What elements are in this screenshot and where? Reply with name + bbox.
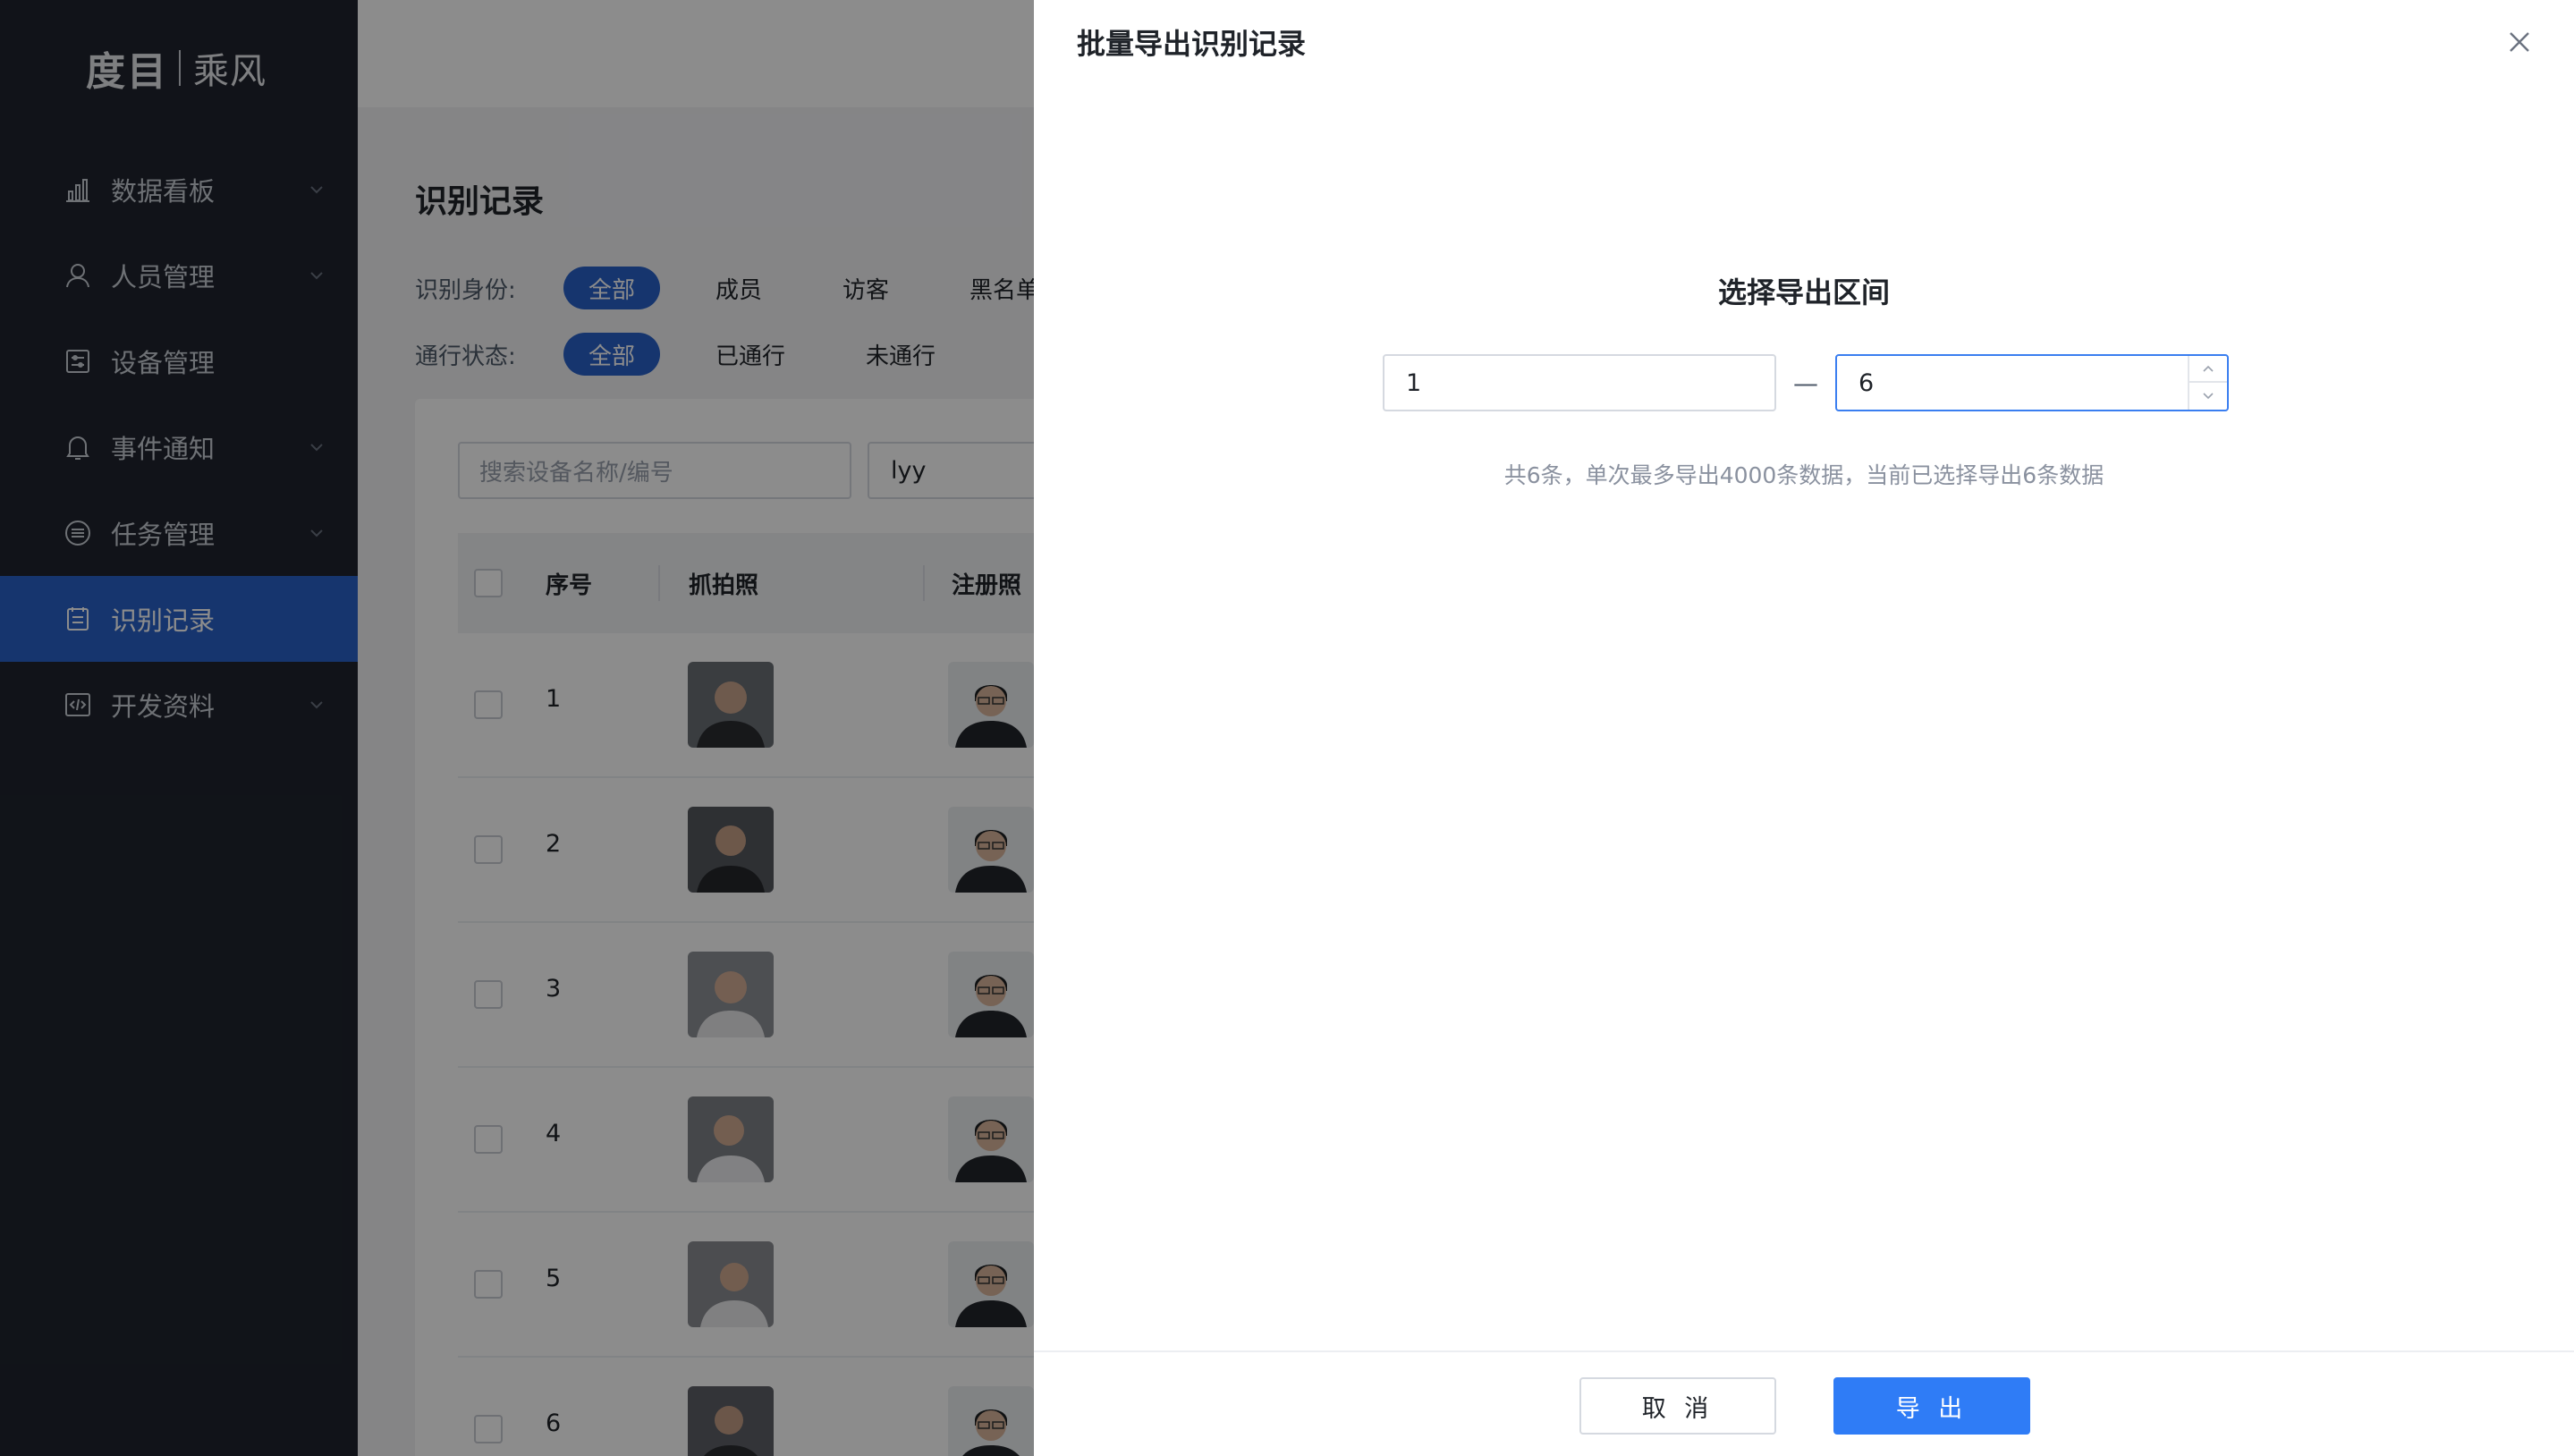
range-section-title: 选择导出区间	[1717, 275, 1890, 309]
export-drawer: 批量导出识别记录 选择导出区间 1 — 6 共6条，单次最多导出4000条数据，…	[1034, 0, 2574, 1456]
range-end-input[interactable]: 6	[1835, 354, 2229, 411]
chevron-up-icon	[2203, 365, 2214, 372]
drawer-footer: 取 消 导 出	[1034, 1350, 2574, 1456]
export-range: 1 — 6	[1383, 354, 2229, 411]
number-stepper[interactable]	[2188, 356, 2227, 410]
increment-button[interactable]	[2189, 356, 2227, 383]
close-icon[interactable]	[2504, 27, 2535, 57]
range-end-value: 6	[1859, 368, 1875, 397]
range-start-value: 1	[1406, 368, 1422, 397]
range-separator: —	[1793, 368, 1818, 398]
range-start-input[interactable]: 1	[1383, 354, 1776, 411]
chevron-down-icon	[2203, 393, 2214, 400]
export-hint: 共6条，单次最多导出4000条数据，当前已选择导出6条数据	[1503, 462, 2104, 488]
export-button[interactable]: 导 出	[1833, 1377, 2030, 1435]
modal-mask[interactable]	[0, 0, 1034, 1456]
cancel-button[interactable]: 取 消	[1579, 1377, 1776, 1435]
drawer-title: 批量导出识别记录	[1077, 27, 1307, 61]
decrement-button[interactable]	[2189, 383, 2227, 410]
